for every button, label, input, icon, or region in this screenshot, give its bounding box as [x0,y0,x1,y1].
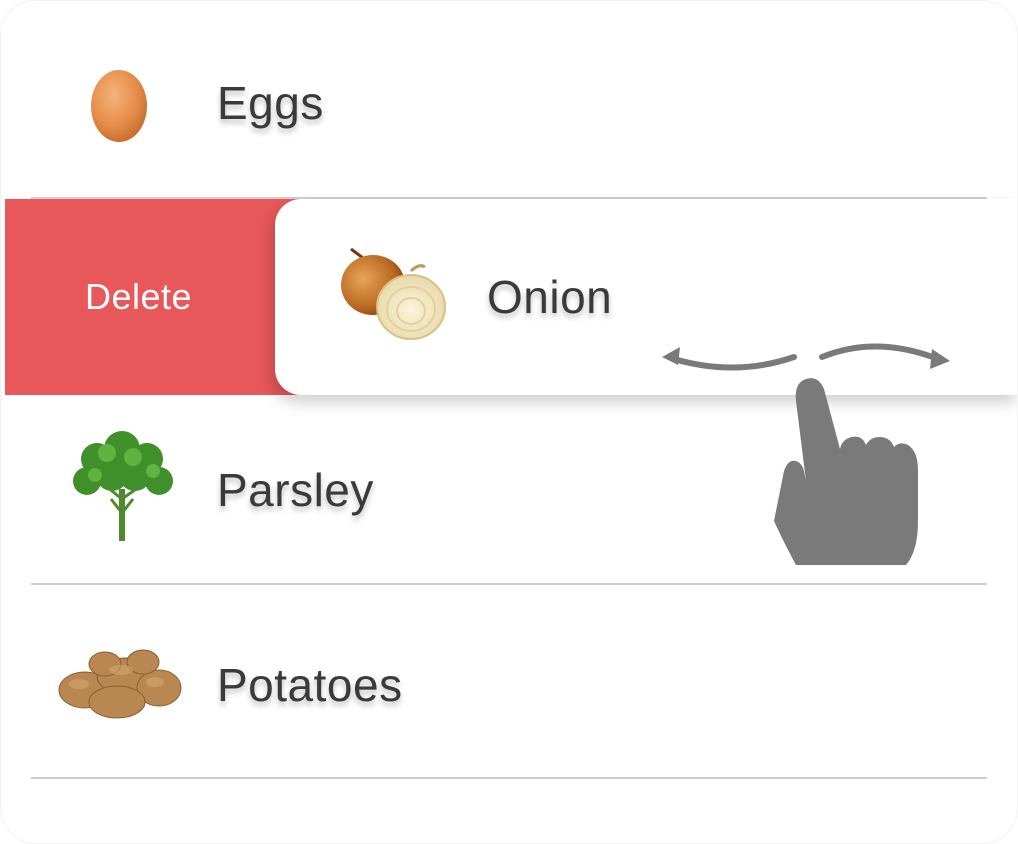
egg-icon [91,70,147,142]
list-card: Eggs Delete Onion Parsley Potatoes [0,0,1018,844]
potatoes-icon [58,649,182,719]
parsley-icon [73,431,173,541]
item-label: Eggs [217,76,324,129]
divider [31,583,987,585]
list-item-eggs[interactable]: Eggs [31,6,987,199]
item-label: Parsley [217,463,374,516]
list-item-potatoes[interactable]: Potatoes [31,588,987,781]
swipe-hand-icon [662,343,950,565]
divider [31,777,987,779]
item-label: Onion [487,271,613,323]
onion-icon [341,247,446,340]
delete-label: Delete [85,276,193,317]
item-label: Potatoes [217,658,403,711]
